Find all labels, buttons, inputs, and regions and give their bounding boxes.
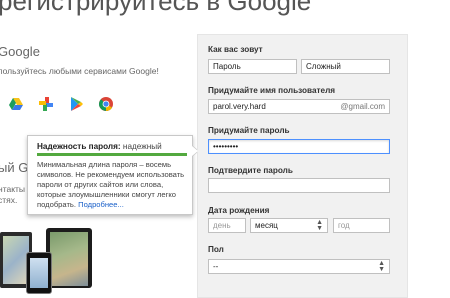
birth-month-value: месяц xyxy=(255,221,278,230)
left-heading-2: ый G xyxy=(0,160,29,175)
chrome-icon xyxy=(98,96,114,112)
birthdate-label: Дата рождения xyxy=(208,206,270,215)
confirm-password-input[interactable] xyxy=(208,178,390,193)
gender-select[interactable]: -- ▲ ▼ xyxy=(208,259,390,274)
drive-icon xyxy=(8,96,24,112)
username-input[interactable]: parol.very.hard @gmail.com xyxy=(208,99,390,114)
left-subtext: пользуйтесь любыми сервисами Google! xyxy=(0,66,159,76)
birth-year-input[interactable]: год xyxy=(333,218,390,233)
select-arrows-icon: ▲ ▼ xyxy=(316,219,323,232)
phone-image xyxy=(26,252,52,294)
select-arrows-icon: ▲ ▼ xyxy=(378,260,385,273)
more-info-link[interactable]: Подробнее... xyxy=(78,200,124,209)
left-subtext-2-line1: нтакты xyxy=(0,184,26,194)
strength-line: Надежность пароля: надежный xyxy=(37,142,162,151)
strength-bar-fill xyxy=(37,153,187,156)
password-input[interactable]: ••••••••• xyxy=(208,139,390,154)
birth-day-input[interactable]: день xyxy=(208,218,246,233)
gender-label: Пол xyxy=(208,245,224,254)
birth-day-placeholder: день xyxy=(213,221,231,230)
tablet2-image xyxy=(46,228,92,288)
strength-label: Надежность пароля: xyxy=(37,142,121,151)
username-value: parol.very.hard xyxy=(213,102,266,111)
password-strength-tooltip: Надежность пароля: надежный Минимальная … xyxy=(27,135,199,215)
username-label: Придумайте имя пользователя xyxy=(208,86,336,95)
name-label: Как вас зовут xyxy=(208,45,263,54)
left-subtext-2-line2: стях. xyxy=(0,195,18,205)
strength-bar xyxy=(37,153,187,156)
password-label: Придумайте пароль xyxy=(208,126,290,135)
app-icons-row xyxy=(8,96,114,112)
devices-illustration xyxy=(0,222,100,294)
play-store-icon xyxy=(68,96,84,112)
last-name-input[interactable]: Сложный xyxy=(301,59,390,74)
gmail-suffix: @gmail.com xyxy=(340,102,385,111)
first-name-input[interactable]: Пароль xyxy=(208,59,297,74)
strength-value: надежный xyxy=(122,142,162,151)
left-subtext-2: нтакты стях. xyxy=(0,184,25,206)
left-heading: Google xyxy=(0,44,40,59)
birth-month-select[interactable]: месяц ▲ ▼ xyxy=(250,218,328,233)
photos-icon xyxy=(38,96,54,112)
signup-form: Как вас зовут Пароль Сложный Придумайте … xyxy=(197,34,408,298)
password-tip-text: Минимальная длина пароля – восемь символ… xyxy=(37,160,189,210)
confirm-password-label: Подтвердите пароль xyxy=(208,166,293,175)
birth-year-placeholder: год xyxy=(338,221,350,230)
gender-value: -- xyxy=(213,262,219,271)
page-title: регистрируйтесь в Google xyxy=(0,0,312,16)
